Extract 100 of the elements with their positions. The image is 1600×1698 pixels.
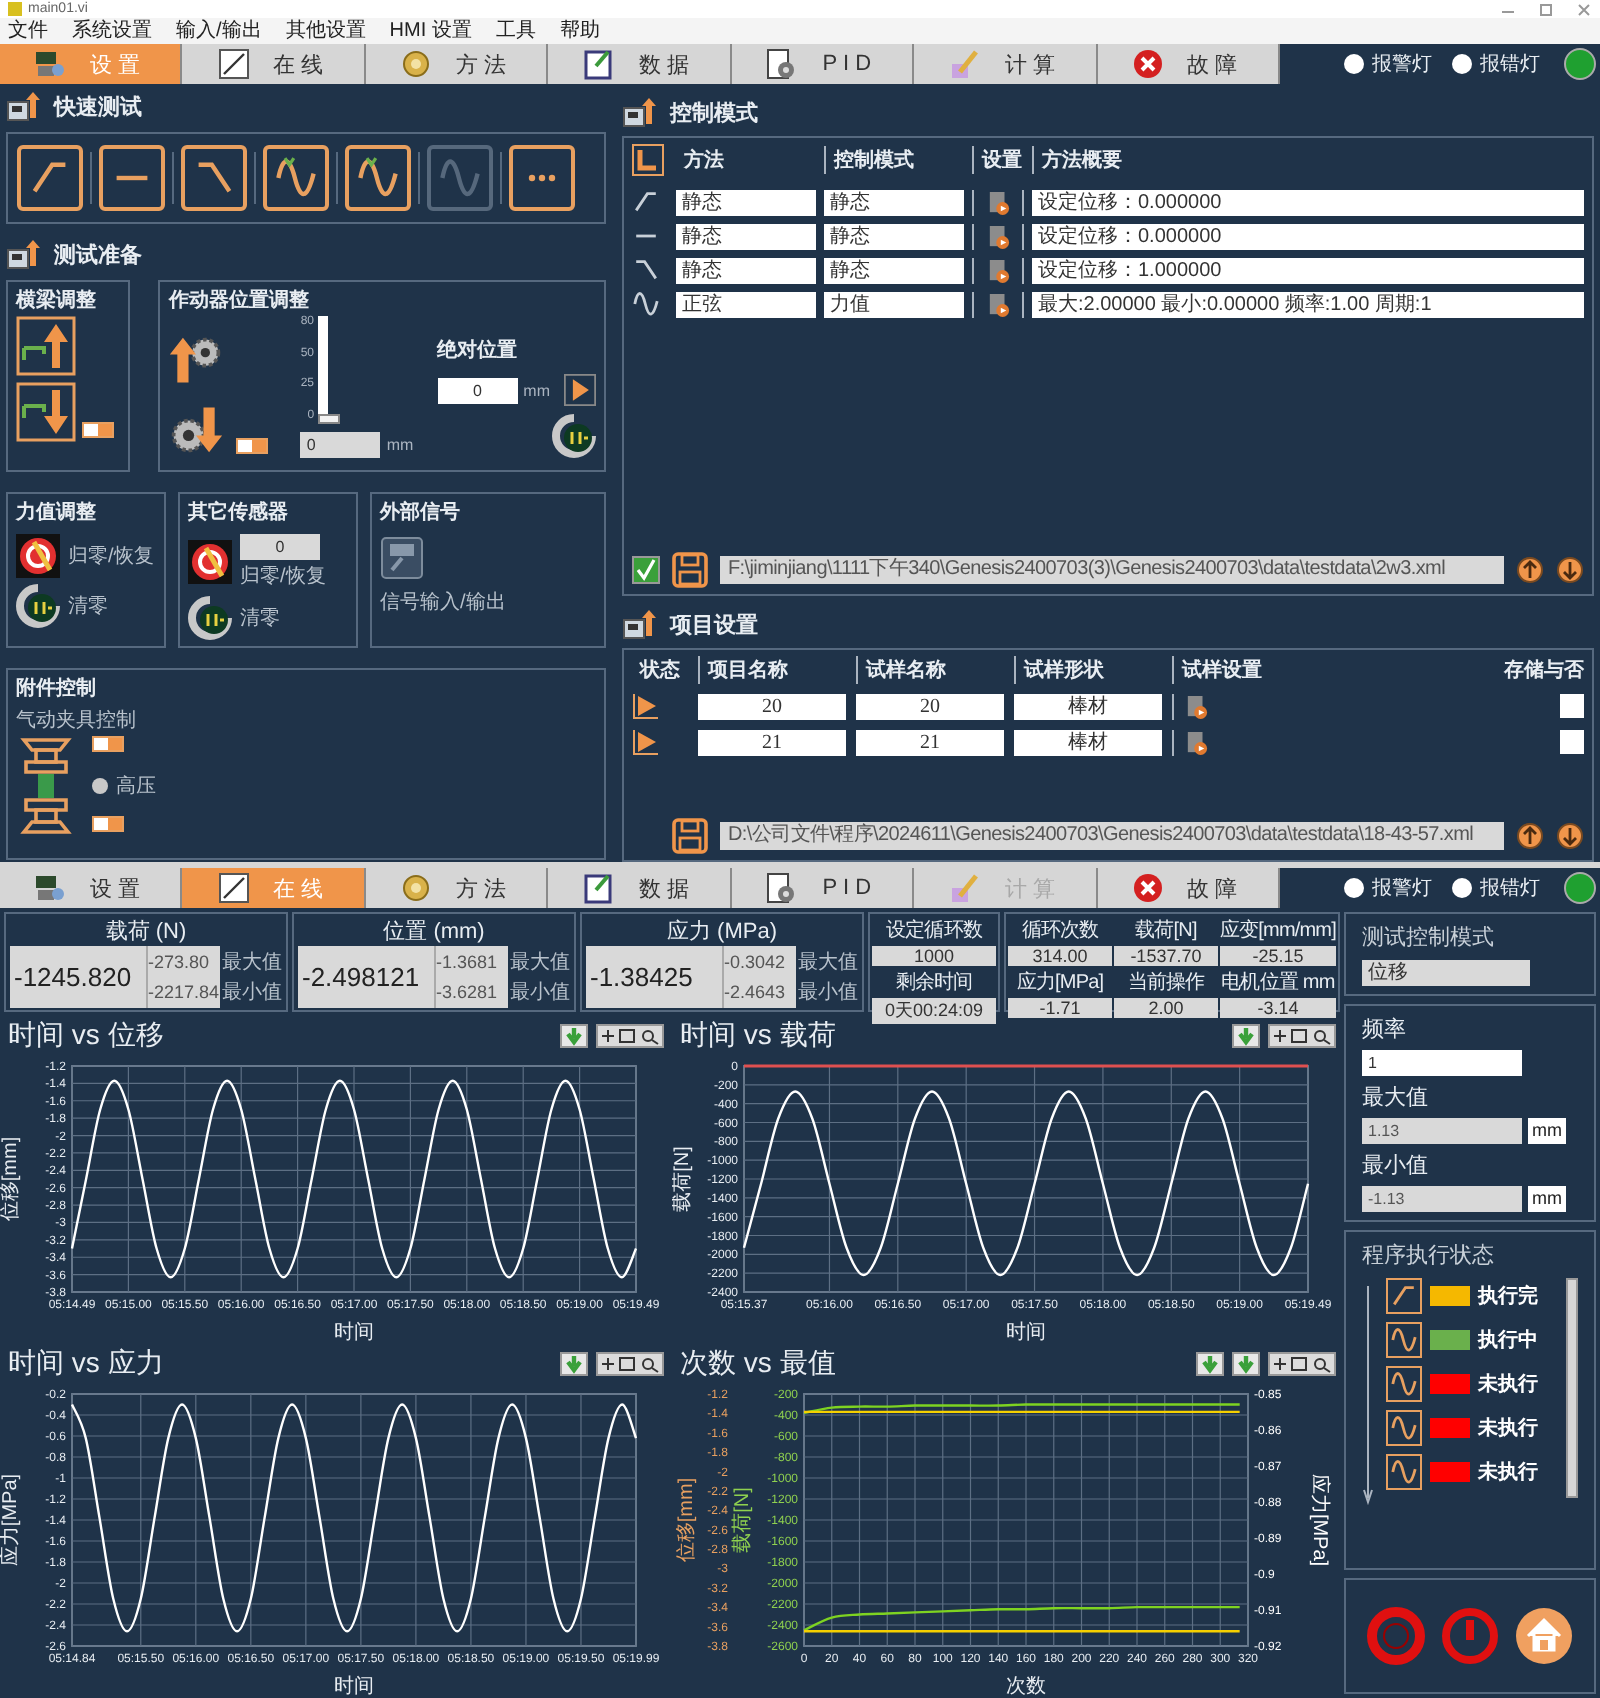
mode-field[interactable]: 静态 xyxy=(824,189,964,215)
menu-item[interactable]: 工具 xyxy=(495,19,536,43)
graph-palette[interactable] xyxy=(596,1352,664,1376)
zero-button[interactable] xyxy=(16,534,60,578)
project-name-field[interactable]: 20 xyxy=(698,693,846,719)
settings-button[interactable] xyxy=(1186,693,1208,719)
graph-palette[interactable] xyxy=(1268,1024,1336,1048)
ramp-down-button[interactable] xyxy=(180,144,248,212)
corner-arrow-button[interactable] xyxy=(632,144,664,176)
ramp-button[interactable] xyxy=(16,144,84,212)
sine-wave-button[interactable] xyxy=(344,144,412,212)
parameter-field[interactable]: 1 xyxy=(1362,1050,1522,1076)
down-arrow-button[interactable] xyxy=(1556,822,1584,850)
summary-field[interactable]: 最大:2.00000 最小:0.00000 频率:1.00 周期:1 xyxy=(1032,291,1584,317)
sample-name-field[interactable]: 21 xyxy=(856,729,1004,755)
sample-shape-field[interactable]: 棒材 xyxy=(1014,729,1162,755)
tab[interactable]: 方法 xyxy=(365,868,549,908)
hold-button[interactable] xyxy=(98,144,166,212)
tab[interactable]: 数据 xyxy=(548,44,732,84)
field-label: 最小值 xyxy=(1362,1152,1430,1180)
close-icon[interactable] xyxy=(1576,1,1592,17)
download-button[interactable] xyxy=(1196,1352,1224,1376)
settings-button[interactable] xyxy=(987,257,1009,283)
settings-button[interactable] xyxy=(1186,729,1208,755)
download-button[interactable] xyxy=(560,1024,588,1048)
graph-palette[interactable] xyxy=(596,1024,664,1048)
settings-button[interactable] xyxy=(987,223,1009,249)
tab[interactable]: PID xyxy=(731,868,915,908)
position-field[interactable]: 0 xyxy=(300,432,381,458)
sine-wave-button[interactable] xyxy=(262,144,330,212)
settings-button[interactable] xyxy=(987,189,1009,215)
tab[interactable]: 方法 xyxy=(365,44,549,84)
download-button[interactable] xyxy=(1232,1352,1260,1376)
menu-item[interactable]: 输入/输出 xyxy=(176,19,262,43)
scrollbar[interactable] xyxy=(1566,1278,1578,1498)
checkbox[interactable] xyxy=(632,556,660,584)
up-arrow-button[interactable] xyxy=(16,316,76,376)
tab[interactable]: 设置 xyxy=(0,868,183,908)
settings-button[interactable] xyxy=(987,291,1009,317)
sample-shape-field[interactable]: 棒材 xyxy=(1014,693,1162,719)
file-path-field[interactable]: D:\公司文件\程序\2024611\Genesis2400703\Genesis2400703\data\testdata\18-43-57.xml xyxy=(720,822,1504,850)
method-field[interactable]: 静态 xyxy=(676,257,816,283)
method-field[interactable]: 正弦 xyxy=(676,291,816,317)
power-button[interactable] xyxy=(1439,1606,1500,1666)
home-button[interactable] xyxy=(1514,1606,1575,1666)
summary-field[interactable]: 设定位移：0.000000 xyxy=(1032,189,1584,215)
tab[interactable]: 在线 xyxy=(182,44,366,84)
tab[interactable]: 数据 xyxy=(548,868,732,908)
signal-button[interactable] xyxy=(380,536,424,580)
absolute-position-field[interactable]: 0 xyxy=(437,377,518,403)
mode-field[interactable]: 力值 xyxy=(824,291,964,317)
slider-thumb[interactable] xyxy=(318,414,341,424)
run-button[interactable] xyxy=(632,728,660,756)
down-arrow-button[interactable] xyxy=(16,382,76,442)
clear-button[interactable] xyxy=(16,584,60,628)
menu-item[interactable]: 其他设置 xyxy=(285,19,366,43)
graph-palette[interactable] xyxy=(1268,1352,1336,1376)
download-button[interactable] xyxy=(560,1352,588,1376)
up-arrow-button[interactable] xyxy=(1516,556,1544,584)
tab[interactable]: PID xyxy=(731,44,915,84)
maximize-icon[interactable] xyxy=(1538,1,1554,17)
save-button[interactable] xyxy=(672,552,708,588)
tab[interactable]: 计算 xyxy=(914,44,1098,84)
download-button[interactable] xyxy=(1232,1024,1260,1048)
stop-button[interactable] xyxy=(1365,1606,1426,1666)
menu-item[interactable]: 帮助 xyxy=(559,19,600,43)
menu-item[interactable]: 文件 xyxy=(8,19,48,43)
mode-field[interactable]: 静态 xyxy=(824,257,964,283)
tab[interactable]: 故障 xyxy=(1097,868,1280,908)
sample-name-field[interactable]: 20 xyxy=(856,693,1004,719)
clear-button[interactable] xyxy=(552,414,596,458)
run-button[interactable] xyxy=(632,692,660,720)
toggle-switch[interactable] xyxy=(82,422,114,438)
toggle-switch[interactable] xyxy=(92,736,124,752)
sensor-field[interactable]: 0 xyxy=(240,534,320,560)
project-name-field[interactable]: 21 xyxy=(698,729,846,755)
axis-title: 载荷[N] xyxy=(672,1146,694,1212)
radio-button[interactable] xyxy=(92,778,108,794)
toggle-switch[interactable] xyxy=(92,816,124,832)
summary-field[interactable]: 设定位移：1.000000 xyxy=(1032,257,1584,283)
more-button[interactable] xyxy=(508,144,576,212)
method-field[interactable]: 静态 xyxy=(676,223,816,249)
file-path-field[interactable]: F:\jiminjiang\1111下午340\Genesis2400703(3)\Genesis2400703\data\testdata\2w3.xml xyxy=(720,556,1504,584)
play-button[interactable] xyxy=(564,374,596,406)
mode-field[interactable]: 位移 xyxy=(1362,960,1530,986)
toggle-switch[interactable] xyxy=(236,438,269,454)
position-slider[interactable] xyxy=(318,316,341,424)
zero-button[interactable] xyxy=(188,540,232,584)
save-button[interactable] xyxy=(672,818,708,854)
method-field[interactable]: 静态 xyxy=(676,189,816,215)
menu-item[interactable]: HMI 设置 xyxy=(389,19,472,43)
down-arrow-button[interactable] xyxy=(1556,556,1584,584)
summary-field[interactable]: 设定位移：0.000000 xyxy=(1032,223,1584,249)
checkbox[interactable] xyxy=(1560,730,1584,754)
tab[interactable]: 故障 xyxy=(1097,44,1280,84)
clear-button[interactable] xyxy=(188,596,232,640)
menu-item[interactable]: 系统设置 xyxy=(72,19,152,43)
up-arrow-button[interactable] xyxy=(1516,822,1544,850)
mode-field[interactable]: 静态 xyxy=(824,223,964,249)
checkbox[interactable] xyxy=(1560,694,1584,718)
